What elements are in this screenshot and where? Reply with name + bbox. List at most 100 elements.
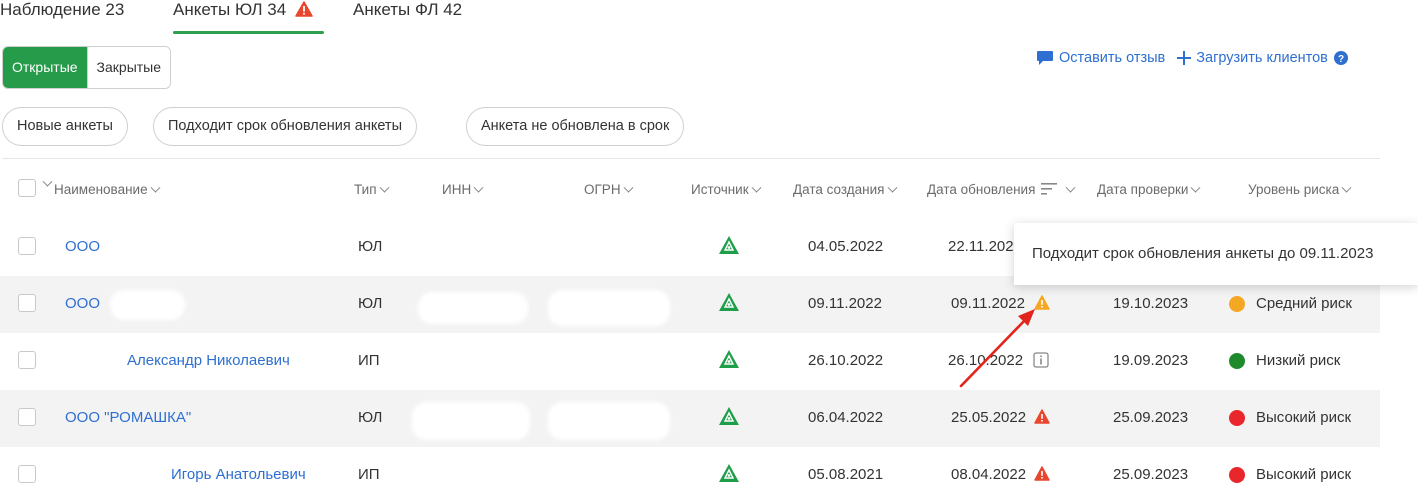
row-name-link[interactable]: ООО xyxy=(65,237,100,257)
column-name-label: Наименование xyxy=(54,182,148,197)
chevron-down-icon xyxy=(1341,182,1352,193)
column-ogrn[interactable]: ОГРН xyxy=(584,182,634,197)
source-icon xyxy=(719,293,739,311)
row-created-date: 26.10.2022 xyxy=(808,352,884,369)
tab-individuals[interactable]: Анкеты ФЛ 42 xyxy=(353,0,462,20)
row-created-date: 09.11.2022 xyxy=(808,295,882,312)
row-risk-level: Низкий риск xyxy=(1256,352,1341,369)
risk-dot xyxy=(1229,410,1245,426)
upload-clients-link[interactable]: Загрузить клиентов ? xyxy=(1177,50,1353,66)
chevron-down-icon xyxy=(887,182,897,193)
open-button[interactable]: Открытые xyxy=(3,47,87,88)
chevron-down-icon xyxy=(1191,182,1201,193)
row-type: ЮЛ xyxy=(358,295,383,312)
column-checked-label: Дата проверки xyxy=(1097,182,1189,197)
source-icon xyxy=(719,464,739,482)
redacted-ogrn xyxy=(548,290,670,326)
source-icon xyxy=(719,350,739,368)
column-source[interactable]: Источник xyxy=(691,182,762,197)
column-ogrn-label: ОГРН xyxy=(584,182,621,197)
chevron-down-icon xyxy=(379,182,389,193)
warning-red-icon[interactable] xyxy=(1034,409,1050,424)
row-name-link[interactable]: ООО xyxy=(65,294,100,314)
plus-icon xyxy=(1177,51,1192,65)
table-row[interactable]: Александр Николаевич ИП 26.10.2022 26.10… xyxy=(0,333,1380,390)
column-type[interactable]: Тип xyxy=(354,182,389,197)
column-created[interactable]: Дата создания xyxy=(793,182,897,197)
risk-dot xyxy=(1229,467,1245,483)
row-type: ЮЛ xyxy=(358,238,383,255)
svg-text:?: ? xyxy=(1338,54,1344,65)
row-checked-date: 25.09.2023 xyxy=(1113,466,1189,483)
row-name-link[interactable]: Игорь Анатольевич xyxy=(171,465,306,485)
sort-icon[interactable] xyxy=(1041,183,1058,195)
row-name-link[interactable]: ООО "РОМАШКА" xyxy=(65,408,191,428)
row-type: ИП xyxy=(358,466,380,483)
header-actions: Оставить отзыв Загрузить клиентов ? xyxy=(1036,50,1353,66)
filter-update-due[interactable]: Подходит срок обновления анкеты xyxy=(153,107,417,146)
upload-clients-label: Загрузить клиентов xyxy=(1196,50,1328,66)
tab-individuals-label: Анкеты ФЛ 42 xyxy=(353,0,463,19)
row-risk-level: Средний риск xyxy=(1256,295,1352,312)
row-updated-date: 08.04.2022 xyxy=(951,466,1027,483)
chevron-down-icon xyxy=(751,182,762,193)
row-checked-date: 19.10.2023 xyxy=(1113,295,1189,312)
table-row[interactable]: Игорь Анатольевич ИП 05.08.2021 08.04.20… xyxy=(0,447,1380,496)
chevron-down-icon xyxy=(1065,182,1076,193)
row-risk-level: Высокий риск xyxy=(1256,409,1352,426)
closed-button[interactable]: Закрытые xyxy=(86,47,171,88)
row-type: ИП xyxy=(358,352,380,369)
row-checkbox[interactable] xyxy=(18,294,36,312)
row-checkbox[interactable] xyxy=(18,465,36,483)
column-updated-label: Дата обновления xyxy=(927,182,1036,197)
divider xyxy=(2,158,1380,159)
tab-observation-label: Наблюдение 23 xyxy=(0,0,125,19)
tab-observation[interactable]: Наблюдение 23 xyxy=(0,0,124,20)
column-inn[interactable]: ИНН xyxy=(442,182,484,197)
feedback-label: Оставить отзыв xyxy=(1059,50,1166,66)
column-risk-label: Уровень риска xyxy=(1248,182,1340,197)
chevron-down-icon xyxy=(623,182,634,193)
column-updated[interactable]: Дата обновления xyxy=(927,182,1076,197)
help-icon[interactable]: ? xyxy=(1333,51,1348,65)
row-checkbox[interactable] xyxy=(18,408,36,426)
warning-red-icon[interactable] xyxy=(1034,466,1050,481)
active-tab-indicator xyxy=(173,31,324,34)
column-inn-label: ИНН xyxy=(442,182,472,197)
warning-icon xyxy=(295,0,313,17)
row-updated-date: 25.05.2022 xyxy=(951,409,1027,426)
feedback-link[interactable]: Оставить отзыв xyxy=(1036,50,1165,66)
redacted-inn xyxy=(412,402,530,440)
row-checkbox[interactable] xyxy=(18,237,36,255)
table-row[interactable]: ООО "РОМАШКА" ЮЛ 06.04.2022 25.05.2022 2… xyxy=(0,390,1380,447)
row-checkbox[interactable] xyxy=(18,351,36,369)
row-checked-date: 25.09.2023 xyxy=(1113,409,1189,426)
column-risk[interactable]: Уровень риска xyxy=(1248,182,1352,197)
filter-new-forms[interactable]: Новые анкеты xyxy=(2,107,128,146)
annotation-arrow xyxy=(959,309,1035,388)
column-type-label: Тип xyxy=(354,182,377,197)
risk-dot xyxy=(1229,296,1245,312)
row-checked-date: 19.09.2023 xyxy=(1113,352,1189,369)
row-updated-date: 22.11.2022 xyxy=(948,238,1022,255)
update-due-tooltip: Подходит срок обновления анкеты до 09.11… xyxy=(1014,223,1418,285)
chevron-down-icon xyxy=(473,182,484,193)
column-created-label: Дата создания xyxy=(793,182,885,197)
column-source-label: Источник xyxy=(691,182,749,197)
filter-not-updated[interactable]: Анкета не обновлена в срок xyxy=(466,107,685,146)
table-header: Наименование Тип ИНН ОГРН Источник Дата … xyxy=(0,170,1418,210)
source-icon xyxy=(719,236,739,254)
tab-legal-entities-label: Анкеты ЮЛ 34 xyxy=(173,0,287,19)
row-created-date: 05.08.2021 xyxy=(808,466,884,483)
redacted-ogrn xyxy=(548,402,670,440)
source-icon xyxy=(719,407,739,425)
chevron-down-icon xyxy=(150,182,161,193)
row-risk-level: Высокий риск xyxy=(1256,466,1352,483)
column-checked[interactable]: Дата проверки xyxy=(1097,182,1201,197)
tab-legal-entities[interactable]: Анкеты ЮЛ 34 xyxy=(173,0,313,20)
row-created-date: 06.04.2022 xyxy=(808,409,884,426)
row-name-link[interactable]: Александр Николаевич xyxy=(127,351,290,371)
tab-bar: Наблюдение 23 Анкеты ЮЛ 34 Анкеты ФЛ 42 xyxy=(0,0,1418,36)
redacted-inn xyxy=(418,292,528,324)
column-name[interactable]: Наименование xyxy=(54,182,161,197)
